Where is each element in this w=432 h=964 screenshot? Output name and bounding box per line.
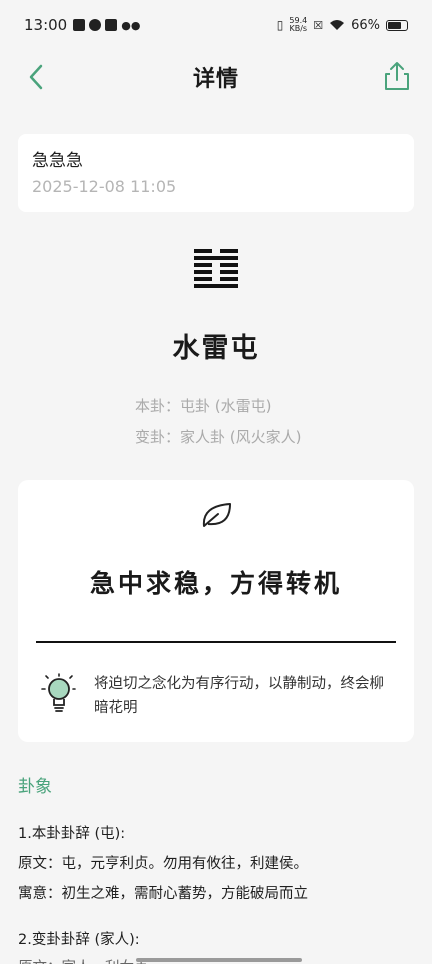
leaf-icon xyxy=(202,503,231,527)
status-bar: 13:00 ●● ▯ 59.4 KB/s ☒ 66% xyxy=(0,0,432,50)
bian-gua-heading: 2.变卦卦辞 (家人): xyxy=(18,932,140,948)
gua-name: 水雷屯 xyxy=(172,333,260,364)
bian-gua-line: 变卦：家人卦 (风火家人) xyxy=(135,428,302,446)
lightbulb-icon xyxy=(41,673,76,712)
nav-bar: 详情 xyxy=(0,50,432,104)
mail-icon xyxy=(105,19,118,31)
insight-headline: 急中求稳，方得转机 xyxy=(89,569,342,598)
page-title: 详情 xyxy=(192,66,239,92)
home-indicator[interactable] xyxy=(136,958,302,962)
back-chevron-icon[interactable] xyxy=(22,62,52,92)
ben-gua-line: 本卦：屯卦 (水雷屯) xyxy=(135,397,272,415)
ben-gua-original: 原文：屯，元亨利贞。勿用有攸往，利建侯。 xyxy=(18,856,308,872)
status-time: 13:00 xyxy=(24,16,68,34)
battery-icon xyxy=(386,19,408,31)
divider xyxy=(36,641,396,643)
question-timestamp: 2025-12-08 11:05 xyxy=(32,177,177,196)
sim-icon: ☒ xyxy=(313,18,324,32)
network-speed: 59.4 KB/s xyxy=(289,17,307,33)
section-title: 卦象 xyxy=(18,777,52,797)
question-text: 急急急 xyxy=(32,151,83,171)
wifi-icon xyxy=(330,20,345,30)
hexagram-icon xyxy=(194,249,238,288)
app-notification-icon xyxy=(73,19,86,31)
app-notification-icon xyxy=(89,19,102,31)
vibrate-icon: ▯ xyxy=(276,18,284,32)
insight-card: 急中求稳，方得转机 将迫切之念化为有序行动，以静制动，终会柳暗花明 xyxy=(18,480,414,742)
net-speed-unit: KB/s xyxy=(289,24,308,33)
wechat-icon: ●● xyxy=(121,18,141,32)
status-right: ▯ 59.4 KB/s ☒ 66% xyxy=(277,17,408,33)
ben-gua-heading: 1.本卦卦辞 (屯): xyxy=(18,826,126,842)
insight-advice: 将迫切之念化为有序行动，以静制动，终会柳暗花明 xyxy=(94,676,384,716)
share-icon[interactable] xyxy=(382,60,412,92)
notification-icons: ●● xyxy=(73,19,140,32)
battery-percent: 66% xyxy=(351,17,380,33)
question-card: 急急急 2025-12-08 11:05 xyxy=(18,134,414,212)
ben-gua-meaning: 寓意：初生之难，需耐心蓄势，方能破局而立 xyxy=(18,886,308,902)
